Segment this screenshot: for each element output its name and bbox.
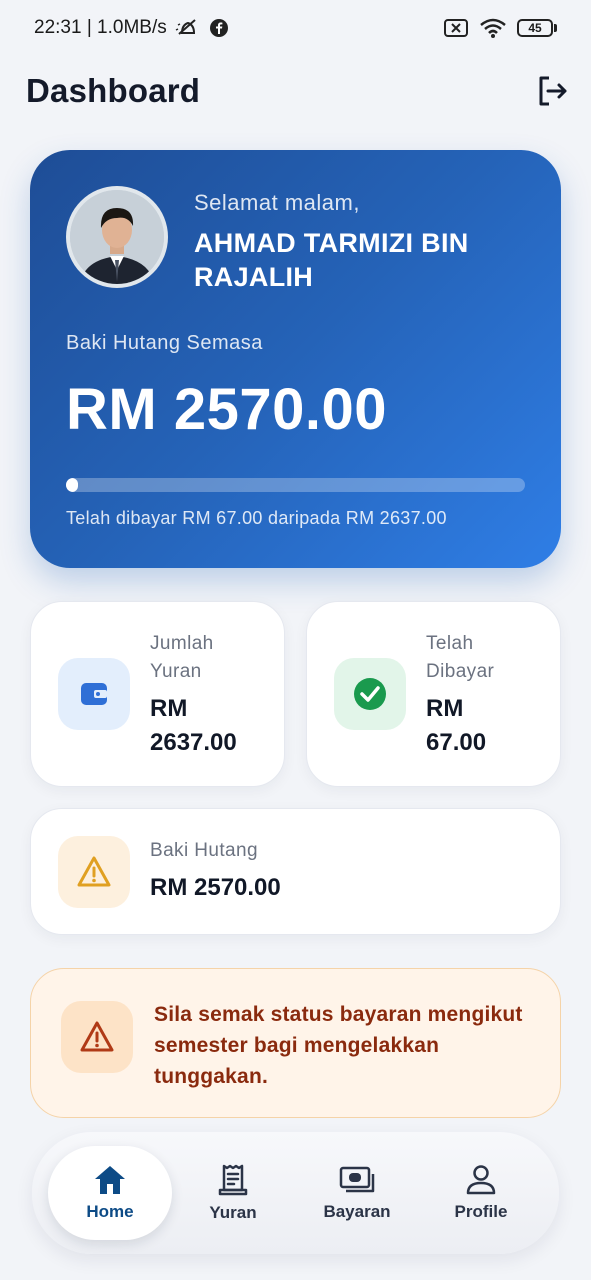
paid-label: Telah Dibayar [426, 633, 495, 682]
balance-label-small: Baki Hutang [150, 840, 258, 861]
paid-icon-box [334, 658, 406, 730]
battery-level: 45 [517, 19, 553, 37]
sim-blocked-icon [443, 18, 469, 38]
payment-progress-bar [66, 478, 525, 492]
balance-card[interactable]: Baki Hutang RM 2570.00 [30, 808, 561, 935]
wallet-icon [81, 683, 107, 705]
mute-icon [175, 16, 201, 40]
nav-yuran[interactable]: Yuran [171, 1146, 295, 1240]
user-name: AHMAD TARMIZI BIN RAJALIH [194, 228, 469, 292]
logout-button[interactable] [532, 71, 572, 111]
battery-icon: 45 [517, 19, 557, 37]
facebook-icon [209, 18, 229, 38]
payment-icon [339, 1166, 375, 1193]
wifi-icon [479, 17, 507, 39]
status-bar: 22:31 | 1.0MB/s 45 [0, 0, 591, 56]
time-and-speed: 22:31 | 1.0MB/s [34, 17, 167, 38]
total-fees-card[interactable]: Jumlah Yuran RM 2637.00 [30, 601, 285, 787]
nav-profile-label: Profile [454, 1202, 508, 1221]
balance-amount: RM 2570.00 [66, 377, 387, 442]
paid-value: RM 67.00 [426, 695, 487, 756]
nav-home-label: Home [86, 1202, 134, 1221]
page-title: Dashboard [26, 72, 201, 109]
nav-home[interactable]: Home [48, 1146, 172, 1240]
check-circle-icon [354, 678, 386, 710]
balance-summary-card: Selamat malam, AHMAD TARMIZI BIN RAJALIH… [30, 150, 561, 568]
nav-yuran-label: Yuran [209, 1203, 257, 1222]
balance-value: RM 2570.00 [150, 874, 281, 901]
total-fees-label: Jumlah Yuran [150, 633, 214, 682]
greeting: Selamat malam, [194, 190, 360, 215]
nav-bayaran-label: Bayaran [323, 1202, 391, 1221]
paid-card[interactable]: Telah Dibayar RM 67.00 [306, 601, 561, 787]
avatar[interactable] [66, 186, 168, 288]
total-fees-value: RM 2637.00 [150, 695, 237, 756]
balance-label: Baki Hutang Semasa [66, 332, 263, 354]
warning-icon [80, 1021, 114, 1052]
notice-icon-box [61, 1001, 133, 1073]
payment-notice: Sila semak status bayaran mengikut semes… [30, 968, 561, 1118]
bottom-navigation: Home Yuran Bayaran Profile [32, 1132, 559, 1254]
nav-bayaran[interactable]: Bayaran [295, 1146, 419, 1240]
header: Dashboard [26, 66, 572, 116]
warning-icon [77, 856, 111, 887]
home-icon [95, 1166, 125, 1194]
nav-profile[interactable]: Profile [419, 1146, 543, 1240]
balance-icon-box [58, 836, 130, 908]
payment-progress-fill [66, 478, 78, 492]
total-fees-icon-box [58, 658, 130, 730]
receipt-icon [218, 1164, 248, 1196]
notice-text: Sila semak status bayaran mengikut semes… [154, 1003, 523, 1088]
logout-icon [539, 76, 567, 106]
paid-summary: Telah dibayar RM 67.00 daripada RM 2637.… [66, 508, 447, 528]
person-icon [466, 1165, 496, 1195]
